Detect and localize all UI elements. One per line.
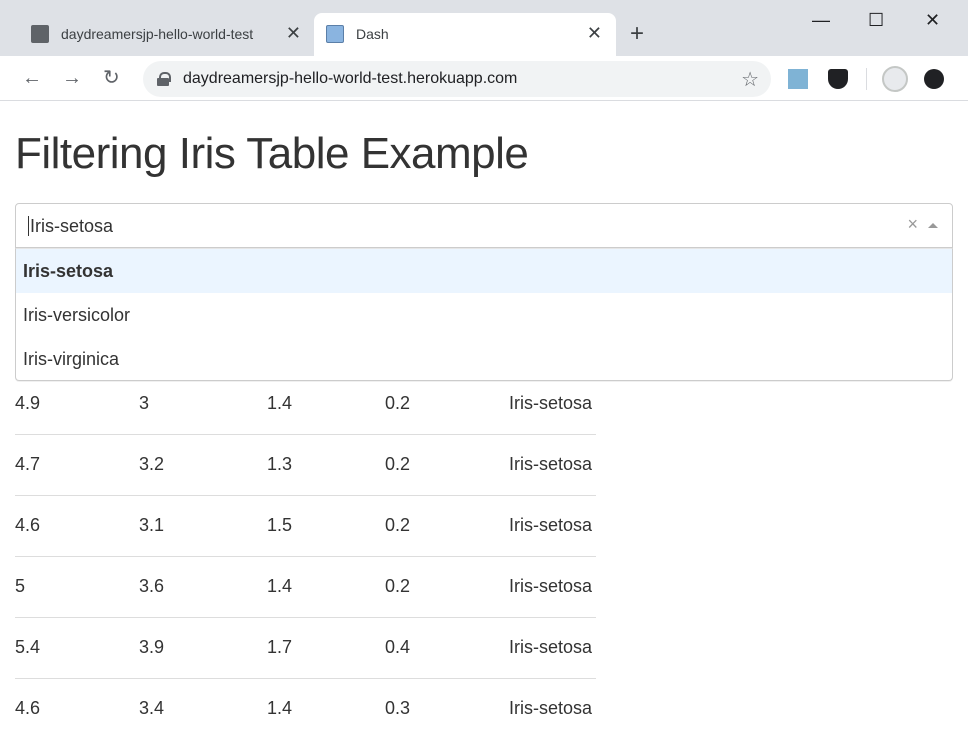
option-iris-setosa[interactable]: Iris-setosa [16, 249, 952, 293]
url-text: daydreamersjp-hello-world-test.herokuapp… [183, 70, 518, 87]
table-cell: 0.2 [385, 434, 509, 496]
table-cell: 4.9 [15, 373, 139, 435]
text-cursor [28, 216, 29, 236]
browser-toolbar: ← → ↻ daydreamersjp-hello-world-test.her… [0, 56, 968, 101]
table-row: 5.4 3.9 1.7 0.4 Iris-setosa [15, 617, 596, 679]
table-cell: 0.2 [385, 495, 509, 557]
table-cell: 3 [139, 373, 267, 435]
iris-table: 4.9 3 1.4 0.2 Iris-setosa 4.7 3.2 1.3 0.… [15, 373, 596, 739]
table-cell: Iris-setosa [509, 434, 596, 496]
back-arrow-icon[interactable]: ← [22, 67, 42, 89]
extension-windows-icon[interactable] [788, 69, 808, 89]
extension-upload-icon[interactable] [924, 69, 944, 89]
table-row: 4.6 3.4 1.4 0.3 Iris-setosa [15, 678, 596, 739]
table-cell: 4.7 [15, 434, 139, 496]
table-cell: 3.2 [139, 434, 267, 496]
tab-heroku[interactable]: daydreamersjp-hello-world-test ✕ [19, 13, 315, 56]
table-row: 5 3.6 1.4 0.2 Iris-setosa [15, 556, 596, 618]
lock-icon [157, 72, 171, 86]
table-cell: Iris-setosa [509, 495, 596, 557]
chevron-up-icon[interactable] [928, 223, 938, 228]
table-cell: 5 [15, 556, 139, 618]
forward-arrow-icon[interactable]: → [62, 67, 82, 89]
option-iris-versicolor[interactable]: Iris-versicolor [16, 293, 952, 337]
page-title: Filtering Iris Table Example [15, 129, 529, 178]
table-cell: 0.2 [385, 373, 509, 435]
table-cell: 4.6 [15, 698, 41, 719]
tab-dash[interactable]: Dash ✕ [314, 13, 616, 56]
maximize-icon[interactable]: ☐ [868, 10, 884, 30]
table-cell: 3.6 [139, 556, 267, 618]
reload-icon[interactable]: ↻ [103, 67, 120, 89]
toolbar-divider [866, 68, 867, 90]
option-iris-virginica[interactable]: Iris-virginica [16, 337, 952, 381]
table-cell: 1.5 [267, 495, 385, 557]
table-cell: 5.4 [15, 617, 139, 679]
table-cell: 3.4 [139, 698, 165, 719]
heroku-favicon-icon [31, 25, 49, 43]
table-cell: 1.4 [267, 698, 293, 719]
tab-strip: daydreamersjp-hello-world-test ✕ Dash ✕ … [0, 0, 968, 56]
table-cell: 1.4 [267, 556, 385, 618]
table-cell: 4.6 [15, 495, 139, 557]
table-row: 4.7 3.2 1.3 0.2 Iris-setosa [15, 434, 596, 496]
dropdown-menu: Iris-setosa Iris-versicolor Iris-virgini… [15, 248, 953, 381]
bookmark-star-icon[interactable]: ☆ [741, 67, 759, 92]
table-cell: Iris-setosa [509, 617, 596, 679]
table-cell: 0.3 [385, 698, 411, 719]
window-close-icon[interactable]: ✕ [925, 10, 940, 30]
dropdown-value: Iris-setosa [30, 216, 114, 236]
dash-favicon-icon [326, 25, 344, 43]
tab-title: Dash [356, 26, 389, 42]
table-row: 4.9 3 1.4 0.2 Iris-setosa [15, 373, 596, 435]
dropdown-search-input[interactable]: Iris-setosa [28, 216, 113, 237]
table-cell: Iris-setosa [509, 373, 596, 435]
tab-close-icon[interactable]: ✕ [286, 23, 301, 43]
profile-avatar[interactable] [882, 66, 908, 92]
table-cell: 0.2 [385, 556, 509, 618]
table-cell: 3.9 [139, 617, 267, 679]
table-cell: 3.1 [139, 495, 267, 557]
tab-close-icon[interactable]: ✕ [587, 23, 602, 43]
table-cell: 1.3 [267, 434, 385, 496]
page-content: Filtering Iris Table Example Iris-setosa… [0, 101, 968, 718]
table-cell: 1.7 [267, 617, 385, 679]
table-cell: 0.4 [385, 617, 509, 679]
table-cell: Iris-setosa [509, 698, 593, 719]
new-tab-button[interactable]: + [630, 22, 644, 46]
address-bar[interactable]: daydreamersjp-hello-world-test.herokuapp… [143, 61, 771, 97]
table-cell: 1.4 [267, 373, 385, 435]
clear-icon[interactable]: × [907, 214, 918, 235]
species-dropdown[interactable]: Iris-setosa × [15, 203, 953, 248]
ublock-shield-icon[interactable] [828, 69, 848, 89]
tab-title: daydreamersjp-hello-world-test [61, 26, 254, 42]
table-cell: Iris-setosa [509, 556, 596, 618]
minimize-icon[interactable]: — [812, 10, 830, 30]
table-row: 4.6 3.1 1.5 0.2 Iris-setosa [15, 495, 596, 557]
